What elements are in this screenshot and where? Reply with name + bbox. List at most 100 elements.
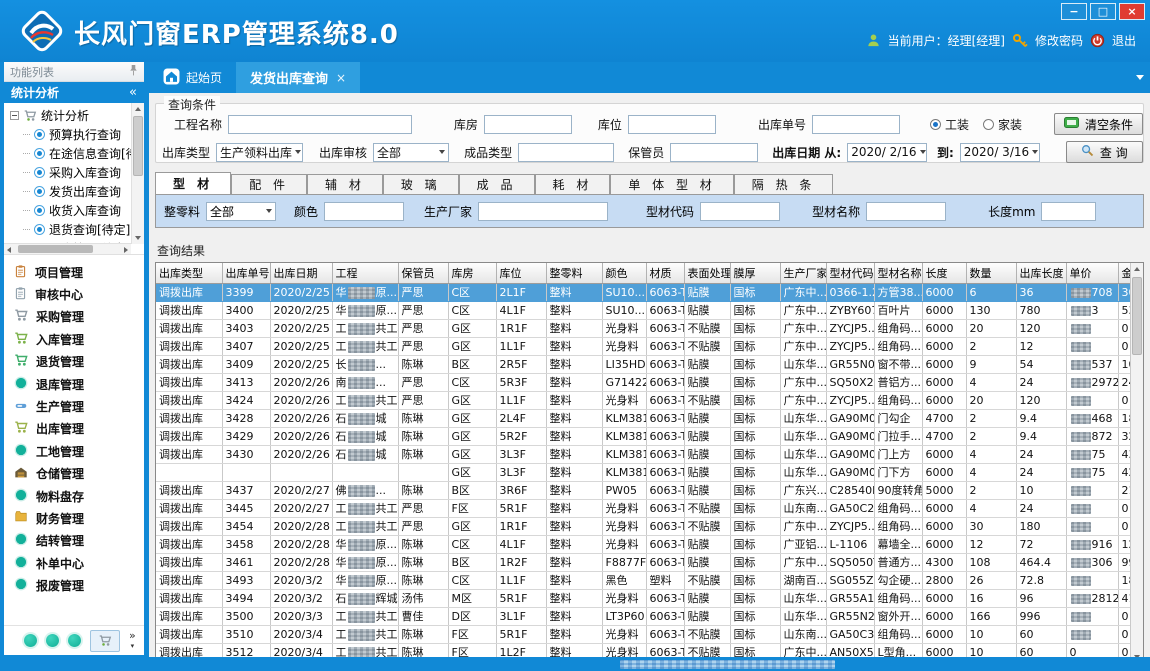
warehouse-input[interactable]	[484, 115, 572, 134]
location-input[interactable]	[628, 115, 716, 134]
tree-expander-icon[interactable]	[10, 111, 19, 120]
tab-home[interactable]: 起始页	[149, 62, 236, 93]
logout-link[interactable]: 退出	[1112, 32, 1136, 49]
tree-item[interactable]: 在途信息查询[待	[10, 144, 144, 163]
column-header[interactable]: 生产厂家	[780, 263, 826, 283]
tree-item[interactable]: 预算执行查询	[10, 125, 144, 144]
sidebar-item-出库管理[interactable]: 出库管理	[14, 418, 144, 440]
module-dot-icon[interactable]	[24, 634, 37, 647]
keeper-input[interactable]	[670, 143, 758, 162]
table-row[interactable]: 调拨出库34092020/2/25长...陈琳B区2R5F整料LI35HD606…	[156, 355, 1133, 373]
column-header[interactable]: 长度	[922, 263, 966, 283]
column-header[interactable]: 库位	[496, 263, 546, 283]
table-row[interactable]: 调拨出库34132020/2/26南...严思C区5R3F整料G71422606…	[156, 373, 1133, 391]
sidebar-item-财务管理[interactable]: 财务管理	[14, 507, 144, 529]
module-dot-icon[interactable]	[46, 634, 59, 647]
table-row[interactable]: 调拨出库34932020/3/2华原...陈琳C区1L1F整料黑色塑料不贴膜国标…	[156, 571, 1133, 589]
table-row[interactable]: 调拨出库34282020/2/26石城陈琳G区2L4F整料KLM38176063…	[156, 409, 1133, 427]
table-row[interactable]: 调拨出库34582020/2/28华原...陈琳C区4L1F整料光身料6063-…	[156, 535, 1133, 553]
pin-icon[interactable]	[129, 64, 138, 79]
sidebar-group-header[interactable]: 统计分析 «	[4, 82, 144, 103]
material-tab-辅材[interactable]: 辅 材	[307, 174, 383, 194]
table-row[interactable]: 调拨出库34072020/2/25工共工程严思G区1L1F整料光身料6063-T…	[156, 337, 1133, 355]
column-header[interactable]: 工程	[332, 263, 398, 283]
column-header[interactable]: 出库长度	[1016, 263, 1066, 283]
tab-shipping-outbound-query[interactable]: 发货出库查询 ×	[236, 62, 360, 93]
minimize-button[interactable]: −	[1061, 3, 1087, 20]
table-row[interactable]: 调拨出库34612020/2/28华原...陈琳B区1R2F整料F8877FT6…	[156, 553, 1133, 571]
table-row[interactable]: 调拨出库34542020/2/28工共工程严思G区1R1F整料光身料6063-T…	[156, 517, 1133, 535]
table-row[interactable]: 调拨出库34242020/2/26工共工程严思G区1L1F整料光身料6063-T…	[156, 391, 1133, 409]
change-password-link[interactable]: 修改密码	[1035, 32, 1083, 49]
column-header[interactable]: 整零料	[546, 263, 602, 283]
tree-item[interactable]: 收货入库查询	[10, 201, 144, 220]
scroll-up-icon[interactable]	[1134, 267, 1140, 271]
module-cart-button[interactable]	[90, 630, 120, 652]
material-tab-耗材[interactable]: 耗 材	[535, 174, 611, 194]
material-tab-隔热条[interactable]: 隔 热 条	[734, 174, 834, 194]
sidebar-overflow-chevron[interactable]: »▾	[129, 631, 136, 651]
tabstrip-dropdown-icon[interactable]	[1136, 75, 1144, 80]
column-header[interactable]: 库房	[448, 263, 496, 283]
sidebar-item-报废管理[interactable]: 报废管理	[14, 574, 144, 596]
column-header[interactable]: 型材代码	[826, 263, 874, 283]
table-vertical-scrollbar[interactable]	[1130, 263, 1143, 663]
table-row[interactable]: 调拨出库34942020/3/2石辉城汤伟M区5R1F整料光身料6063-T5贴…	[156, 589, 1133, 607]
audit-select[interactable]: 全部	[373, 143, 449, 162]
sidebar-item-工地管理[interactable]: 工地管理	[14, 440, 144, 462]
material-tab-成品[interactable]: 成 品	[459, 174, 535, 194]
column-header[interactable]: 颜色	[602, 263, 646, 283]
radio-industrial[interactable]	[930, 119, 941, 130]
order-no-input[interactable]	[812, 115, 900, 134]
table-row[interactable]: 调拨出库34032020/2/25工共工程严思G区1R1F整料光身料6063-T…	[156, 319, 1133, 337]
sidebar-item-物料盘存[interactable]: 物料盘存	[14, 485, 144, 507]
column-header[interactable]: 保管员	[398, 263, 448, 283]
project-name-input[interactable]	[228, 115, 412, 134]
table-row[interactable]: 调拨出库33992020/2/25华原...严思C区2L1F整料SU10...6…	[156, 283, 1133, 301]
sidebar-item-补单中心[interactable]: 补单中心	[14, 552, 144, 574]
table-row[interactable]: 调拨出库34002020/2/25华原...严思C区4L1F整料SU10...6…	[156, 301, 1133, 319]
material-tab-配件[interactable]: 配 件	[231, 174, 307, 194]
column-header[interactable]: 出库日期	[270, 263, 332, 283]
close-button[interactable]: ×	[1119, 3, 1145, 20]
clear-conditions-button[interactable]: 清空条件	[1054, 113, 1143, 135]
product-type-input[interactable]	[518, 143, 614, 162]
tab-close-icon[interactable]: ×	[336, 71, 346, 85]
table-row[interactable]: 调拨出库34452020/2/27工共工程严思F区5R1F整料光身料6063-T…	[156, 499, 1133, 517]
date-from-picker[interactable]: 2020/ 2/16	[847, 143, 927, 162]
sidebar-item-审核中心[interactable]: 审核中心	[14, 283, 144, 305]
sidebar-item-入库管理[interactable]: 入库管理	[14, 328, 144, 350]
tree-item[interactable]: 发货出库查询	[10, 182, 144, 201]
sidebar-item-仓储管理[interactable]: 仓储管理	[14, 463, 144, 485]
sidebar-item-退货管理[interactable]: 退货管理	[14, 351, 144, 373]
scroll-left-icon[interactable]	[7, 247, 11, 253]
material-tab-单体型材[interactable]: 单 体 型 材	[610, 174, 733, 194]
tree-horizontal-scrollbar[interactable]	[4, 243, 131, 254]
table-row[interactable]: G区3L3F整料KLM38176063-T5贴膜国标山东华...GA90M09.…	[156, 463, 1133, 481]
table-row[interactable]: 调拨出库35102020/3/4工共工程陈琳F区5R1F整料光身料6063-T5…	[156, 625, 1133, 643]
column-header[interactable]: 单价	[1066, 263, 1118, 283]
tree-item[interactable]: 退货查询[待定]	[10, 220, 144, 239]
tree-item[interactable]: 采购入库查询	[10, 163, 144, 182]
search-button[interactable]: 查 询	[1066, 141, 1143, 163]
sidebar-item-项目管理[interactable]: 项目管理	[14, 261, 144, 283]
sidebar-item-采购管理[interactable]: 采购管理	[14, 306, 144, 328]
table-row[interactable]: 调拨出库34302020/2/26石城陈琳G区3L3F整料KLM38176063…	[156, 445, 1133, 463]
column-header[interactable]: 型材名称	[874, 263, 922, 283]
sidebar-item-退库管理[interactable]: 退库管理	[14, 373, 144, 395]
scroll-right-icon[interactable]	[124, 247, 128, 253]
radio-home[interactable]	[983, 119, 994, 130]
column-header[interactable]: 出库单号	[222, 263, 270, 283]
sidebar-item-生产管理[interactable]: 生产管理	[14, 395, 144, 417]
column-header[interactable]: 材质	[646, 263, 684, 283]
column-header[interactable]: 出库类型	[156, 263, 222, 283]
factory-input[interactable]	[478, 202, 608, 221]
length-input[interactable]	[1041, 202, 1096, 221]
table-row[interactable]: 调拨出库34372020/2/27佛...陈琳B区3R6F整料PW056063-…	[156, 481, 1133, 499]
scroll-up-icon[interactable]	[135, 107, 141, 111]
column-header[interactable]: 数量	[966, 263, 1016, 283]
tree-vertical-scrollbar[interactable]	[131, 103, 144, 244]
color-input[interactable]	[324, 202, 404, 221]
table-row[interactable]: 调拨出库34292020/2/26石城陈琳G区5R2F整料KLM38176063…	[156, 427, 1133, 445]
date-to-picker[interactable]: 2020/ 3/16	[960, 143, 1040, 162]
